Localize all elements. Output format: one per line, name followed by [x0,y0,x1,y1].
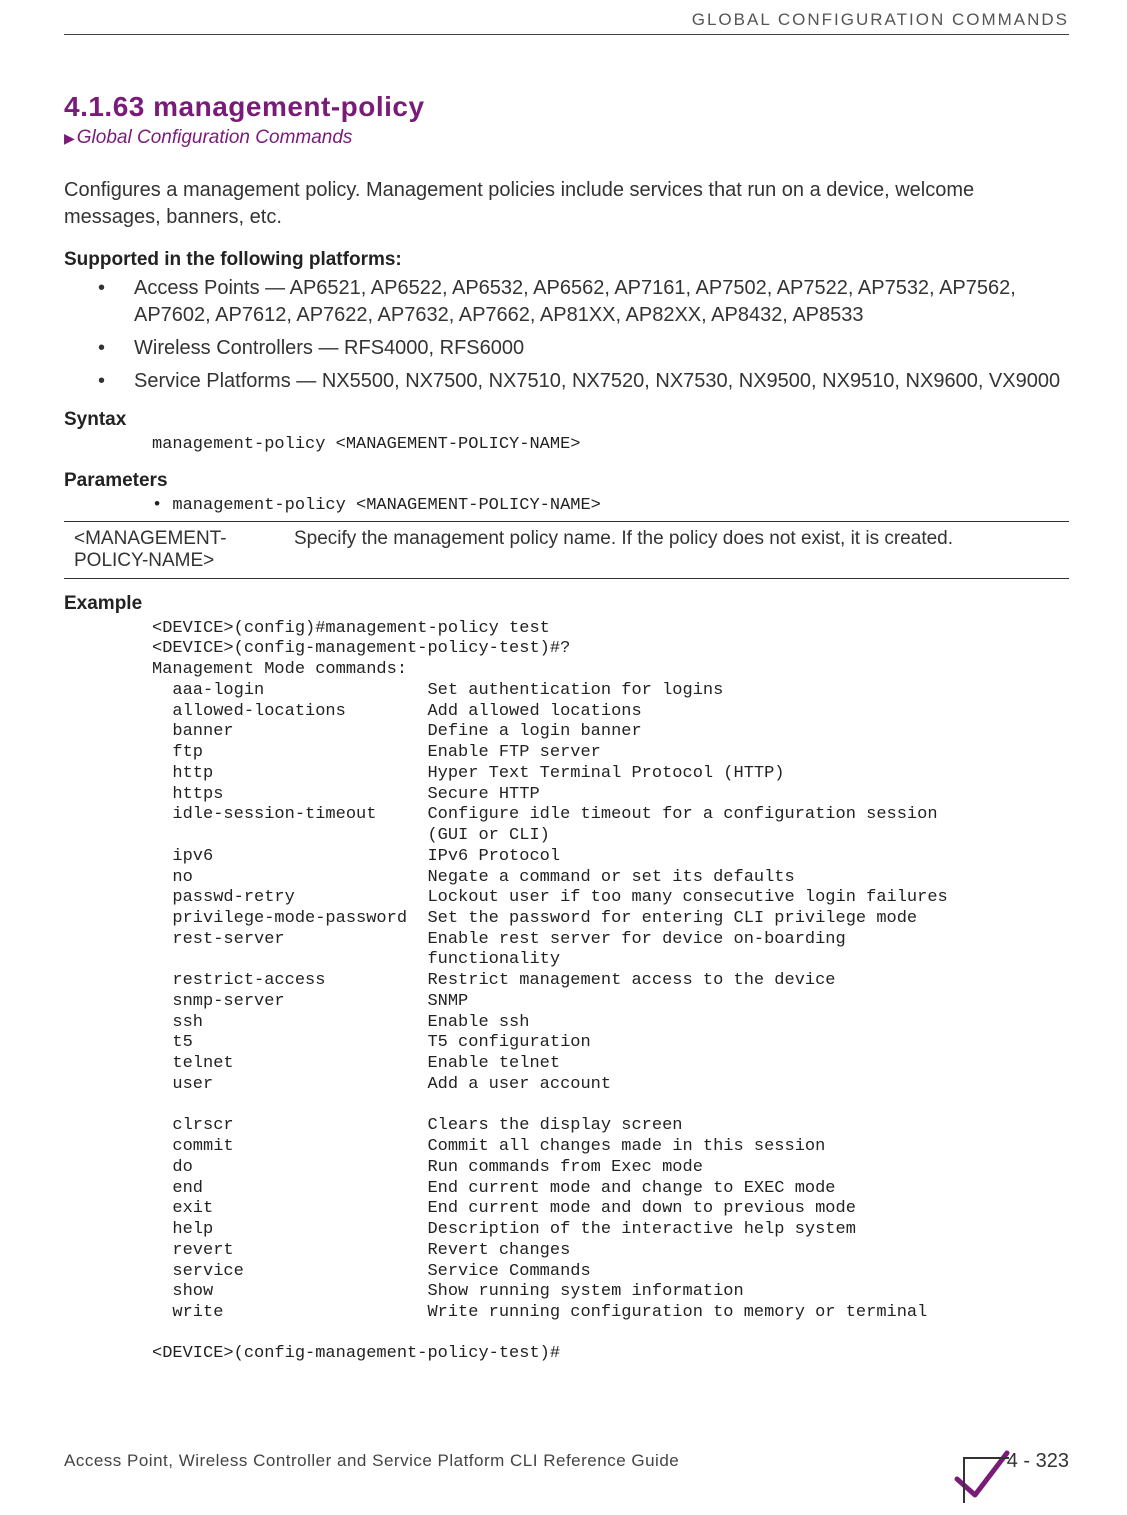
table-row: <MANAGEMENT-POLICY-NAME> Specify the man… [64,521,1069,578]
parameters-usage-line: • management-policy <MANAGEMENT-POLICY-N… [152,496,1069,515]
footer-corner-mark-icon [945,1439,989,1483]
syntax-code: management-policy <MANAGEMENT-POLICY-NAM… [152,435,1069,456]
parameters-heading: Parameters [64,470,1069,492]
param-name-cell: <MANAGEMENT-POLICY-NAME> [64,521,284,578]
intro-paragraph: Configures a management policy. Manageme… [64,177,1069,231]
example-heading: Example [64,593,1069,615]
param-desc-cell: Specify the management policy name. If t… [284,521,1069,578]
list-item: Access Points — AP6521, AP6522, AP6532, … [134,275,1069,329]
breadcrumb-text: Global Configuration Commands [77,127,353,148]
footer-guide-title: Access Point, Wireless Controller and Se… [64,1451,679,1471]
breadcrumb: ▶Global Configuration Commands [64,127,1069,149]
section-title: 4.1.63 management-policy [64,91,1069,123]
syntax-heading: Syntax [64,409,1069,431]
supported-platforms-heading: Supported in the following platforms: [64,249,1069,271]
page-footer: Access Point, Wireless Controller and Se… [64,1439,1069,1483]
platforms-list: Access Points — AP6521, AP6522, AP6532, … [64,275,1069,395]
list-item: Wireless Controllers — RFS4000, RFS6000 [134,335,1069,362]
running-header: GLOBAL CONFIGURATION COMMANDS [64,10,1069,35]
breadcrumb-arrow-icon: ▶ [64,130,77,146]
example-code: <DEVICE>(config)#management-policy test … [152,619,1069,1365]
page-number: 4 - 323 [1007,1450,1069,1473]
list-item: Service Platforms — NX5500, NX7500, NX75… [134,368,1069,395]
parameters-table: <MANAGEMENT-POLICY-NAME> Specify the man… [64,521,1069,579]
